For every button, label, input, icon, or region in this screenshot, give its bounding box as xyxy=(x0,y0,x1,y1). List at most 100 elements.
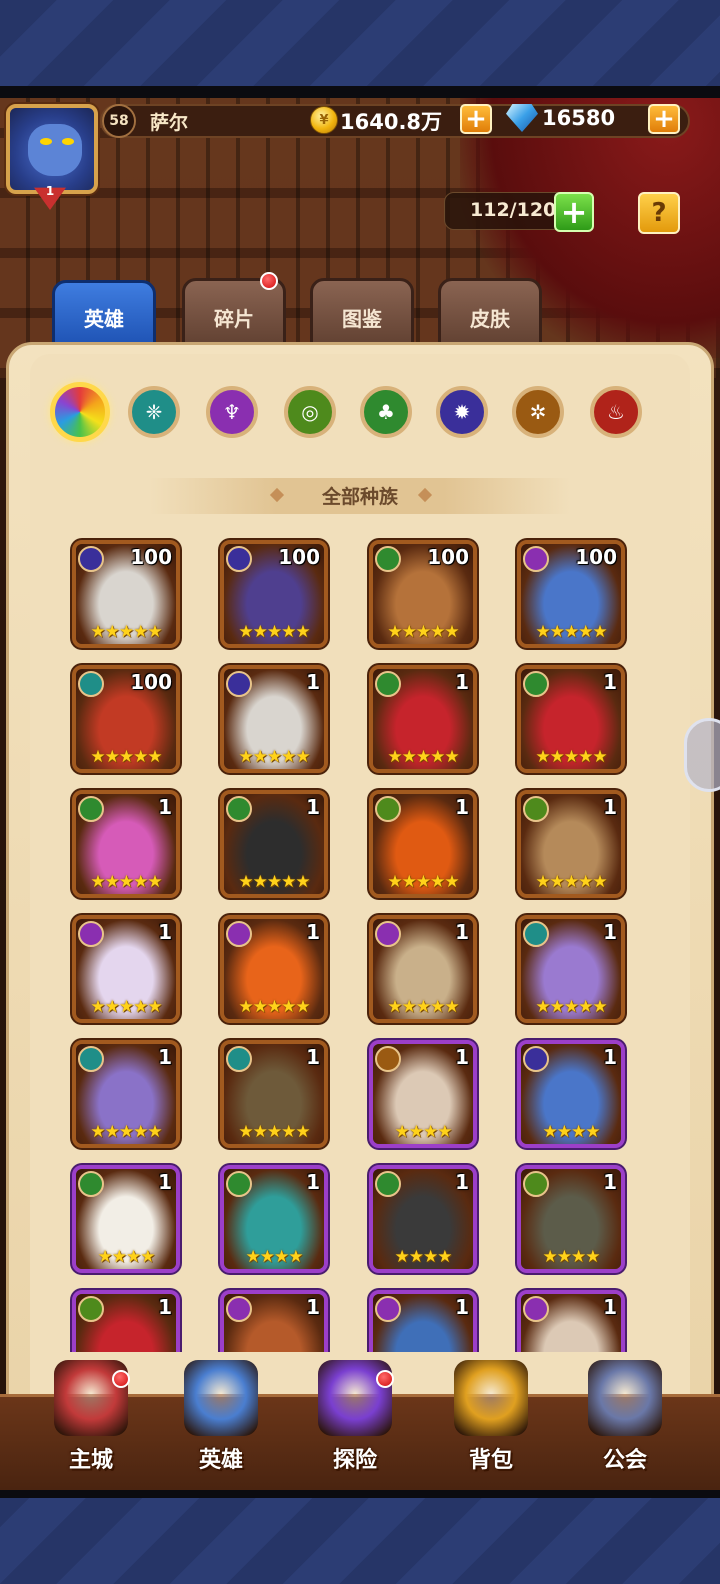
hero-race-icon xyxy=(375,1046,401,1072)
hero-card[interactable]: 1 ★★★★★ xyxy=(220,915,328,1023)
page-next-arrow[interactable] xyxy=(684,718,720,792)
hero-level: 1 xyxy=(306,795,320,819)
hero-card[interactable]: 1 xyxy=(220,1290,328,1352)
hero-card[interactable]: 1 ★★★★★ xyxy=(517,915,625,1023)
hero-race-icon xyxy=(523,1046,549,1072)
add-stamina-button[interactable]: + xyxy=(554,192,594,232)
hero-card[interactable]: 1 ★★★★★ xyxy=(220,1040,328,1148)
nav-portal[interactable]: 探险 xyxy=(300,1360,410,1490)
hero-card[interactable]: 1 ★★★★★ xyxy=(369,915,477,1023)
hero-race-icon xyxy=(226,796,252,822)
stamina-value: 112/120 xyxy=(470,199,557,221)
hero-card[interactable]: 1 ★★★★ xyxy=(369,1040,477,1148)
hero-race-icon xyxy=(226,546,252,572)
hero-card[interactable]: 1 ★★★★ xyxy=(517,1165,625,1273)
hero-card[interactable]: 1 ★★★★★ xyxy=(517,665,625,773)
hero-stars: ★★★★★ xyxy=(238,872,310,892)
nav-backpack[interactable]: 背包 xyxy=(436,1360,546,1490)
hero-card[interactable]: 100 ★★★★★ xyxy=(72,540,180,648)
hero-stars: ★★★★★ xyxy=(387,622,459,642)
hero-level: 1 xyxy=(455,920,469,944)
hero-card[interactable]: 1 ★★★★ xyxy=(517,1040,625,1148)
hero-card[interactable]: 1 ★★★★★ xyxy=(369,665,477,773)
hero-card[interactable]: 1 ★★★★ xyxy=(369,1165,477,1273)
player-avatar[interactable] xyxy=(6,104,98,194)
hero-card[interactable]: 1 ★★★★★ xyxy=(72,915,180,1023)
screen: 58 萨尔 ¥ 1640.8万 + 16580 + 1 112/120 + ? … xyxy=(0,0,720,1584)
hero-stars: ★★★★★ xyxy=(535,747,607,767)
add-gems-button[interactable]: + xyxy=(648,104,680,134)
hero-card[interactable]: 100 ★★★★★ xyxy=(220,540,328,648)
hero-card[interactable]: 100 ★★★★★ xyxy=(517,540,625,648)
race-filter-gold[interactable]: ✲ xyxy=(512,386,564,438)
hero-card[interactable]: 1 ★★★★ xyxy=(72,1165,180,1273)
hero-race-icon xyxy=(78,1296,104,1322)
help-button[interactable]: ? xyxy=(638,192,680,234)
hero-stars: ★★★★★ xyxy=(387,997,459,1017)
hero-card[interactable]: 1 ★★★★★ xyxy=(72,790,180,898)
hero-card[interactable]: 1 xyxy=(517,1290,625,1352)
hero-level: 1 xyxy=(603,1295,617,1319)
nav-label: 主城 xyxy=(68,1448,113,1473)
hero-card[interactable]: 1 ★★★★★ xyxy=(72,1040,180,1148)
add-gold-button[interactable]: + xyxy=(460,104,492,134)
hero-level: 1 xyxy=(306,920,320,944)
hero-card[interactable]: 1 ★★★★★ xyxy=(220,665,328,773)
hero-stars: ★★★★★ xyxy=(90,747,162,767)
hero-stars: ★★★★★ xyxy=(535,997,607,1017)
race-filter-indigo[interactable]: ✹ xyxy=(436,386,488,438)
hero-stars: ★★★★★ xyxy=(238,622,310,642)
hero-race-icon xyxy=(523,1171,549,1197)
game-viewport: 58 萨尔 ¥ 1640.8万 + 16580 + 1 112/120 + ? … xyxy=(0,98,720,1490)
hero-level: 1 xyxy=(306,1170,320,1194)
hero-race-icon xyxy=(78,1171,104,1197)
hero-race-icon xyxy=(226,1171,252,1197)
race-filter-purple[interactable]: ♆ xyxy=(206,386,258,438)
race-filter-forest[interactable]: ♣ xyxy=(360,386,412,438)
letterbox-top xyxy=(0,86,720,98)
hero-card[interactable]: 100 ★★★★★ xyxy=(72,665,180,773)
hero-card[interactable]: 1 ★★★★ xyxy=(220,1165,328,1273)
hero-card[interactable]: 1 ★★★★★ xyxy=(220,790,328,898)
hero-stars: ★★★★★ xyxy=(90,997,162,1017)
nav-guild[interactable]: 公会 xyxy=(570,1360,680,1490)
hero-race-icon xyxy=(523,546,549,572)
hero-race-icon xyxy=(375,671,401,697)
race-title: 全部种族 xyxy=(321,486,398,508)
nav-notification-dot xyxy=(112,1370,130,1388)
hero-stars: ★★★★ xyxy=(394,1122,453,1142)
race-filter-all-races[interactable] xyxy=(50,382,110,442)
hero-level: 1 xyxy=(306,1045,320,1069)
hero-stars: ★★★★★ xyxy=(90,872,162,892)
hero-race-icon xyxy=(375,1296,401,1322)
hero-level: 1 xyxy=(306,670,320,694)
hero-race-icon xyxy=(375,1171,401,1197)
hero-race-icon xyxy=(523,796,549,822)
hero-card[interactable]: 1 xyxy=(72,1290,180,1352)
hero-level: 1 xyxy=(603,795,617,819)
nav-hero[interactable]: 英雄 xyxy=(166,1360,276,1490)
race-filter-teal[interactable]: ❈ xyxy=(128,386,180,438)
hero-card[interactable]: 1 xyxy=(369,1290,477,1352)
hero-card[interactable]: 1 ★★★★★ xyxy=(369,790,477,898)
hero-level: 1 xyxy=(603,1045,617,1069)
hero-icon xyxy=(184,1360,258,1436)
hero-level: 1 xyxy=(603,670,617,694)
race-emblem-icon: ✹ xyxy=(453,400,471,424)
hero-race-icon xyxy=(375,921,401,947)
guild-icon xyxy=(588,1360,662,1436)
hero-level: 100 xyxy=(278,545,320,569)
race-emblem-icon: ♆ xyxy=(223,400,241,424)
player-name: 萨尔 xyxy=(150,112,189,134)
hero-stars: ★★★★ xyxy=(245,1247,304,1267)
nav-castle[interactable]: 主城 xyxy=(36,1360,146,1490)
hero-card[interactable]: 1 ★★★★★ xyxy=(517,790,625,898)
race-filter-red[interactable]: ♨ xyxy=(590,386,642,438)
hero-card[interactable]: 100 ★★★★★ xyxy=(369,540,477,648)
hero-race-icon xyxy=(523,671,549,697)
hero-level: 1 xyxy=(455,670,469,694)
hero-grid: 100 ★★★★★ 100 ★★★★★ 100 ★★★★★ 100 ★★★★★ 100 ★★★★★… xyxy=(0,536,720,1352)
hero-race-icon xyxy=(226,1046,252,1072)
hero-race-icon xyxy=(78,921,104,947)
race-filter-green-yellow[interactable]: ◎ xyxy=(284,386,336,438)
